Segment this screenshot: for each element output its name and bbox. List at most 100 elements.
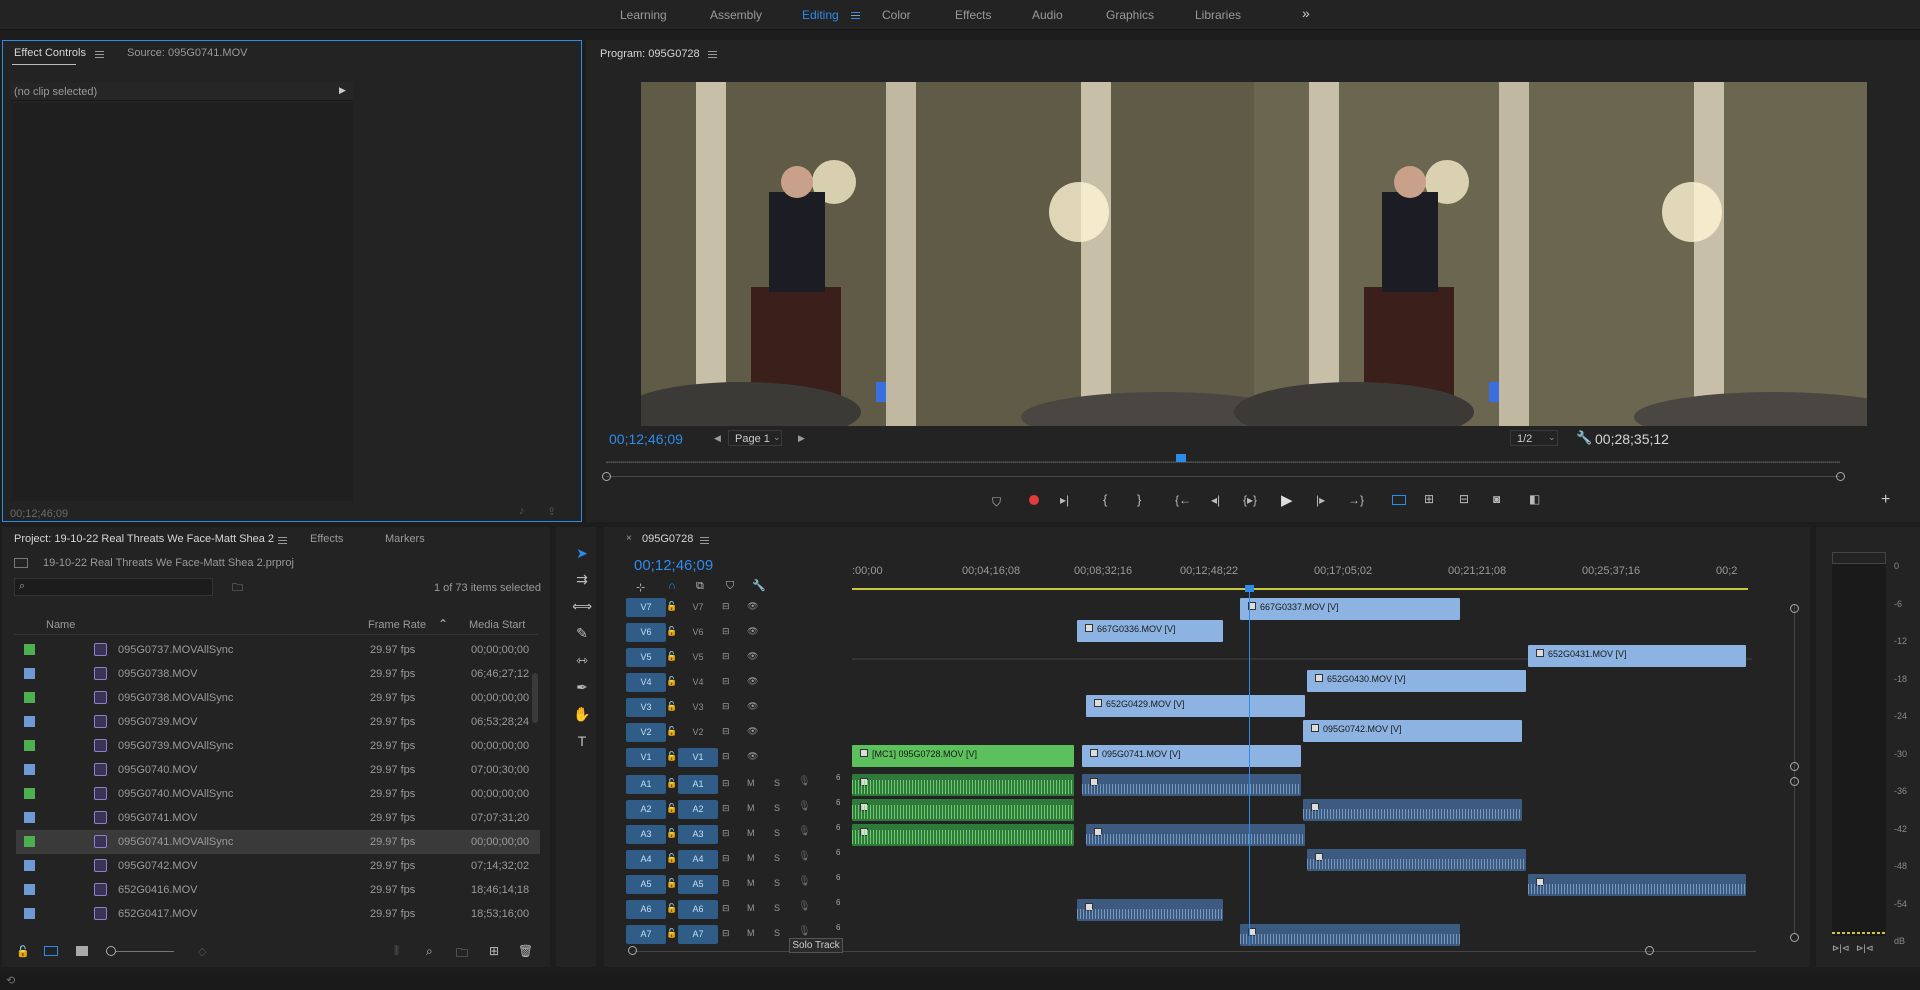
project-item-row[interactable]: 095G0741.MOVAllSync 29.97 fps 00;00;00;00 xyxy=(16,830,540,854)
source-patch[interactable]: A4 xyxy=(678,850,718,869)
zoom-handle-right[interactable] xyxy=(1836,472,1845,481)
tab-effect-controls[interactable]: Effect Controls xyxy=(14,47,86,59)
project-item-row[interactable]: 095G0739.MOV 29.97 fps 06;53;28;24 xyxy=(16,710,540,734)
microphone-icon[interactable]: 🎙 xyxy=(798,876,811,887)
lock-icon[interactable]: 🔓 xyxy=(666,803,677,814)
solo-button[interactable]: S xyxy=(774,903,780,913)
project-item-row[interactable]: 652G0417.MOV 29.97 fps 18;53;16;00 xyxy=(16,902,540,926)
eye-icon[interactable]: 👁 xyxy=(747,726,758,737)
label-color-swatch[interactable] xyxy=(24,836,35,847)
label-color-swatch[interactable] xyxy=(24,740,35,751)
source-patch[interactable]: V2 xyxy=(678,723,718,742)
workspace-tab-graphics[interactable]: Graphics xyxy=(1106,8,1154,22)
sync-lock-icon[interactable]: ⊟ xyxy=(722,828,730,839)
workspace-tab-libraries[interactable]: Libraries xyxy=(1195,8,1241,22)
audio-track-header[interactable]: A1 🔓 A1 ⊟ M S 🎙 6 xyxy=(622,772,850,797)
editing-menu-icon[interactable] xyxy=(851,12,860,19)
solo-button[interactable]: S xyxy=(774,778,780,788)
workspace-tab-editing[interactable]: Editing xyxy=(802,8,839,22)
audio-clip-a1[interactable] xyxy=(1082,774,1301,796)
work-area-bar[interactable] xyxy=(852,588,1748,590)
project-item-row[interactable]: 095G0742.MOV 29.97 fps 07;14;32;02 xyxy=(16,854,540,878)
program-current-timecode[interactable]: 00;12;46;09 xyxy=(609,431,683,447)
label-color-swatch[interactable] xyxy=(24,788,35,799)
project-item-row[interactable]: 095G0738.MOVAllSync 29.97 fps 00;00;00;00 xyxy=(16,686,540,710)
clip-v4[interactable]: 652G0430.MOV [V] xyxy=(1307,670,1526,692)
extract-icon[interactable]: ⊟ xyxy=(1459,492,1469,506)
video-track-header[interactable]: V4 🔓 V4 ⊟ 👁 xyxy=(622,670,850,695)
source-patch[interactable]: A6 xyxy=(678,900,718,919)
solo-right-icon[interactable]: ⊳|⊲ xyxy=(1856,943,1873,954)
microphone-icon[interactable]: 🎙 xyxy=(798,801,811,812)
column-frame-rate[interactable]: Frame Rate xyxy=(368,619,426,631)
go-to-out-icon[interactable]: →} xyxy=(1348,493,1364,507)
project-item-row[interactable]: 095G0738.MOV 29.97 fps 06;46;27;12 xyxy=(16,662,540,686)
page-dropdown[interactable]: Page 1 ⌄ xyxy=(728,430,782,446)
microphone-icon[interactable]: 🎙 xyxy=(798,851,811,862)
program-title[interactable]: Program: 095G0728 xyxy=(600,48,700,60)
mute-button[interactable]: M xyxy=(747,778,755,788)
label-color-swatch[interactable] xyxy=(24,908,35,919)
sync-lock-icon[interactable]: ⊟ xyxy=(722,701,730,712)
lock-icon[interactable]: 🔓 xyxy=(666,853,677,864)
automate-icon[interactable]: ⫼ xyxy=(394,945,399,958)
sync-lock-icon[interactable]: ⊟ xyxy=(722,676,730,687)
program-zoom-bar[interactable] xyxy=(606,476,1840,477)
sync-lock-icon[interactable]: ⊟ xyxy=(722,903,730,914)
type-tool-icon[interactable]: T xyxy=(572,733,592,753)
program-time-ruler[interactable] xyxy=(606,461,1840,463)
video-track-header[interactable]: V7 🔓 V7 ⊟ 👁 xyxy=(622,595,850,620)
project-search-input[interactable]: ⌕ xyxy=(14,578,213,596)
clip-v1[interactable]: 095G0741.MOV [V] xyxy=(1082,745,1301,767)
solo-button[interactable]: S xyxy=(774,878,780,888)
lock-icon[interactable]: 🔓 xyxy=(666,751,677,762)
eye-icon[interactable]: 👁 xyxy=(747,751,758,762)
source-patch[interactable]: V1 xyxy=(678,748,718,767)
hand-tool-icon[interactable]: ✋ xyxy=(572,706,592,726)
label-color-swatch[interactable] xyxy=(24,812,35,823)
track-target-toggle[interactable]: V2 xyxy=(626,723,666,742)
audio-clip-a3[interactable] xyxy=(1086,824,1305,846)
selection-tool-icon[interactable]: ➤ xyxy=(572,545,592,565)
project-scrollbar[interactable] xyxy=(532,673,538,723)
sync-lock-icon[interactable]: ⊟ xyxy=(722,651,730,662)
export-frame-icon[interactable]: ◙ xyxy=(1493,492,1500,506)
column-name[interactable]: Name xyxy=(46,619,75,631)
razor-tool-icon[interactable]: ✎ xyxy=(572,625,592,645)
video-track-header[interactable]: V3 🔓 V3 ⊟ 👁 xyxy=(622,695,850,720)
source-patch[interactable]: A3 xyxy=(678,825,718,844)
pen-tool-icon[interactable]: ✒ xyxy=(572,679,592,699)
sort-icons-icon[interactable]: ◇ xyxy=(198,945,206,958)
snap-icon[interactable]: ∩ xyxy=(668,580,676,592)
clip-v2[interactable]: 095G0742.MOV [V] xyxy=(1303,720,1522,742)
label-color-swatch[interactable] xyxy=(24,884,35,895)
source-patch[interactable]: V3 xyxy=(678,698,718,717)
timeline-settings-icon[interactable]: 🔧 xyxy=(752,579,766,592)
track-target-toggle[interactable]: V3 xyxy=(626,698,666,717)
video-track-header[interactable]: V1 🔓 V1 ⊟ 👁 xyxy=(622,745,850,770)
tab-project[interactable]: Project: 19-10-22 Real Threats We Face-M… xyxy=(14,533,274,545)
source-patch[interactable]: A2 xyxy=(678,800,718,819)
sync-status-icon[interactable]: ⟲ xyxy=(6,974,15,987)
label-color-swatch[interactable] xyxy=(24,716,35,727)
tab-markers[interactable]: Markers xyxy=(385,533,425,545)
source-patch[interactable]: A5 xyxy=(678,875,718,894)
mute-button[interactable]: M xyxy=(747,878,755,888)
track-select-tool-icon[interactable]: ⇉ xyxy=(572,571,592,591)
workspace-tab-effects[interactable]: Effects xyxy=(955,8,991,22)
lock-icon[interactable]: 🔓 xyxy=(666,651,677,662)
mute-button[interactable]: M xyxy=(747,803,755,813)
audio-track-header[interactable]: A2 🔓 A2 ⊟ M S 🎙 6 xyxy=(622,797,850,822)
solo-left-icon[interactable]: ⊳|⊲ xyxy=(1832,943,1849,954)
label-color-swatch[interactable] xyxy=(24,644,35,655)
sync-lock-icon[interactable]: ⊟ xyxy=(722,853,730,864)
clip-v5[interactable]: 652G0431.MOV [V] xyxy=(1528,645,1746,667)
microphone-icon[interactable]: 🎙 xyxy=(798,926,811,937)
column-media-start[interactable]: Media Start xyxy=(469,619,525,631)
video-track-header[interactable]: V2 🔓 V2 ⊟ 👁 xyxy=(622,720,850,745)
label-color-swatch[interactable] xyxy=(24,860,35,871)
mute-button[interactable]: M xyxy=(747,928,755,938)
microphone-icon[interactable]: 🎙 xyxy=(798,901,811,912)
export-icon[interactable]: ⇪ xyxy=(547,505,556,518)
tab-effects[interactable]: Effects xyxy=(310,533,343,545)
